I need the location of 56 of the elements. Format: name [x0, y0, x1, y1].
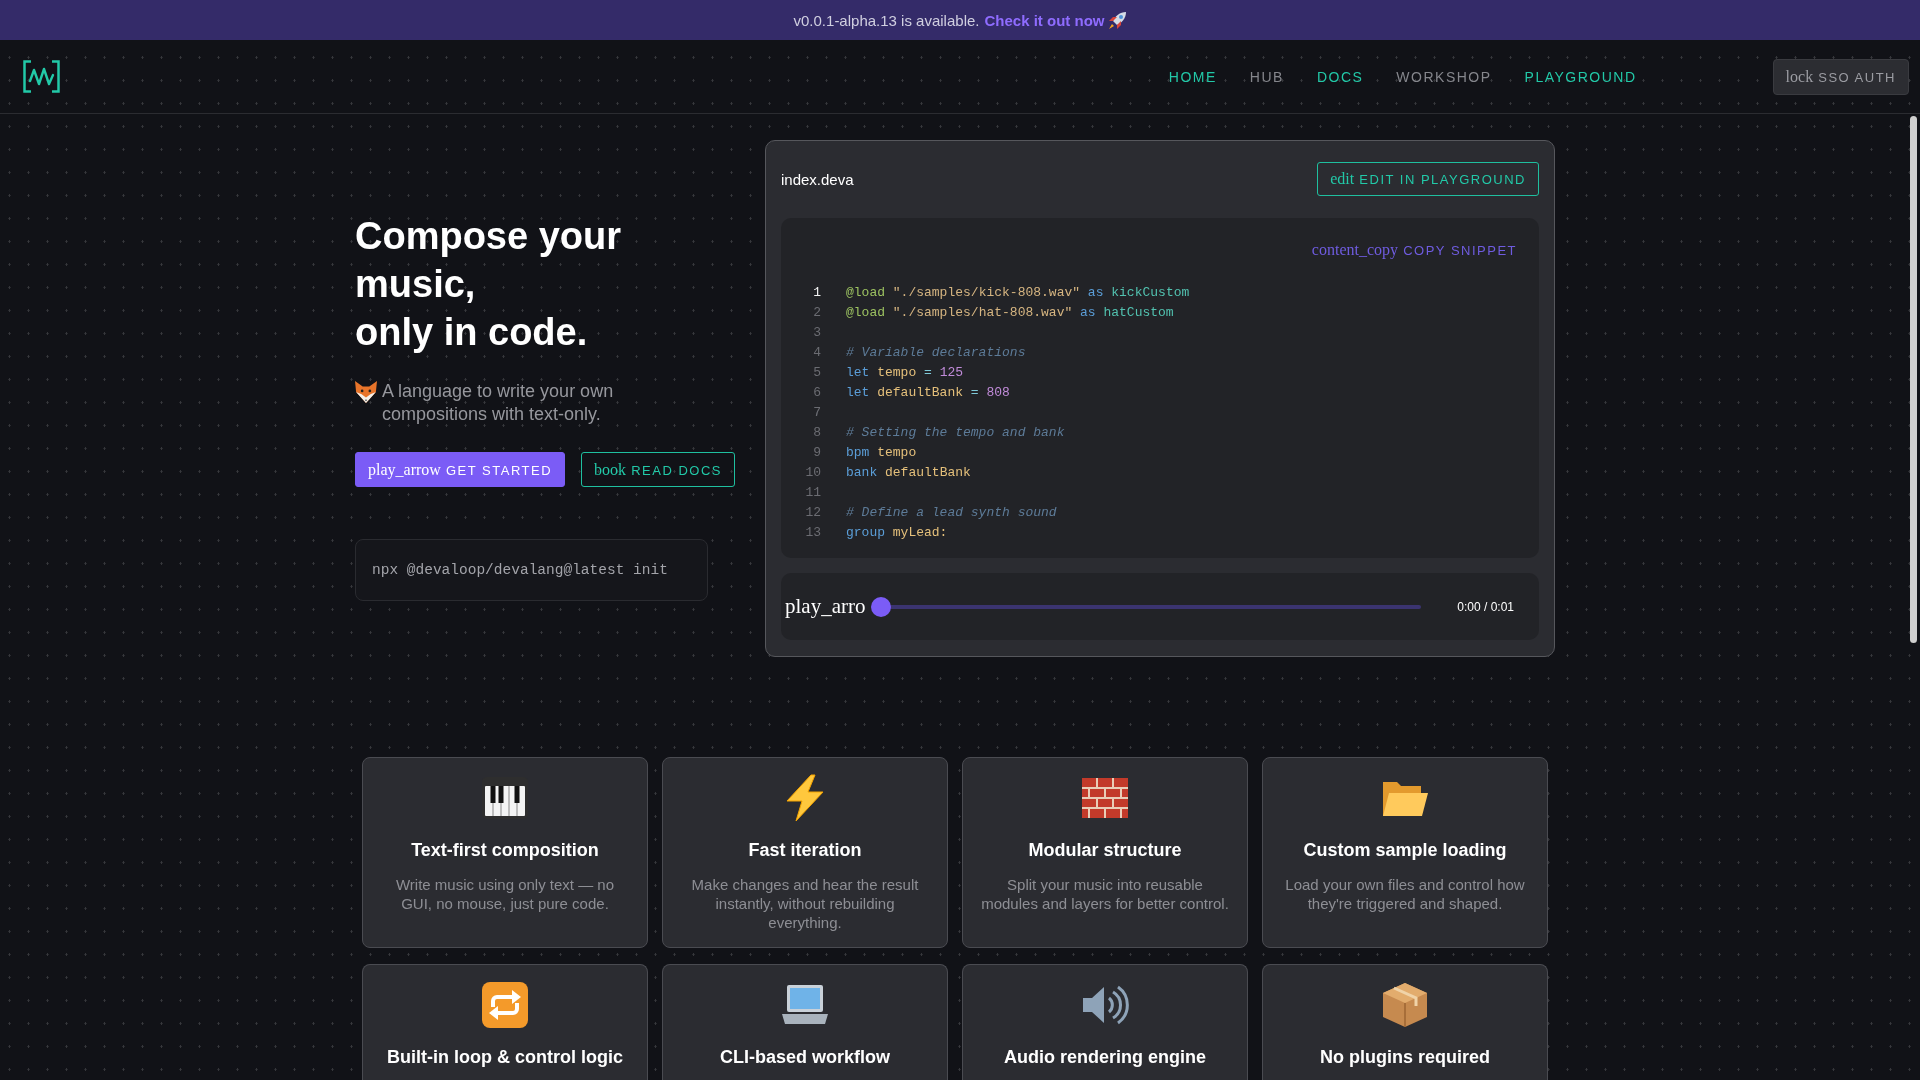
feature-title: Built-in loop & control logic — [387, 1046, 623, 1069]
line-number: 11 — [804, 484, 821, 500]
line-number: 6 — [812, 384, 821, 400]
code-line: # Variable declarations — [846, 344, 1026, 360]
fox-icon — [355, 381, 377, 403]
read-docs-button[interactable]: book READ DOCS — [581, 452, 735, 487]
repeat-icon — [481, 981, 529, 1029]
nav-link[interactable]: HOME — [1168, 68, 1217, 85]
edit-in-playground-button[interactable]: edit EDIT IN PLAYGROUND — [1317, 162, 1539, 196]
announcement-text: v0.0.1-alpha.13 is available. — [793, 11, 980, 29]
line-number: 13 — [804, 524, 821, 540]
line-number: 3 — [812, 324, 821, 340]
feature-description: Split your music into reusable modules and layers for better control. — [980, 875, 1230, 913]
rocket-icon — [1109, 11, 1127, 29]
feature-title: Modular structure — [1028, 839, 1182, 862]
code-line: bpm tempo — [846, 444, 917, 460]
code-line: @load "./samples/kick-808.wav" as kickCustom — [846, 284, 1190, 300]
scrollbar-thumb[interactable] — [1910, 116, 1917, 643]
get-started-button[interactable]: play_arrow GET STARTED — [355, 452, 566, 487]
line-number: 10 — [804, 464, 821, 480]
feature-title: Custom sample loading — [1303, 839, 1507, 862]
line-number: 4 — [812, 344, 821, 360]
feature-title: No plugins required — [1320, 1046, 1490, 1069]
line-number: 12 — [804, 504, 821, 520]
feature-title: Text-first composition — [411, 839, 599, 862]
logo-icon[interactable] — [23, 60, 60, 93]
line-number: 7 — [812, 404, 821, 420]
command-snippet: npx @devaloop/devalang@latest init — [355, 539, 708, 601]
hero-subtitle: A language to write your own compositions with text-only. — [382, 380, 615, 426]
code-line: group myLead: — [846, 524, 948, 540]
slider-thumb[interactable] — [871, 596, 892, 617]
code-line: # Setting the tempo and bank — [846, 424, 1065, 440]
nav-link[interactable]: DOCS — [1316, 68, 1364, 85]
line-number: 8 — [812, 424, 821, 440]
package-icon — [1381, 981, 1429, 1029]
feature-title: CLI-based workflow — [720, 1046, 890, 1069]
hero-heading: Compose your music, only in code. — [355, 214, 623, 355]
file-name: index.deva — [781, 170, 854, 188]
play-button[interactable]: play_arro — [785, 594, 866, 619]
code-line: bank defaultBank — [846, 464, 971, 480]
nav-link[interactable]: PLAYGROUND — [1524, 68, 1637, 85]
playback-time: 0:00 / 0:01 — [1457, 599, 1514, 614]
code-line: let tempo = 125 — [846, 364, 964, 380]
feature-title: Fast iteration — [748, 839, 862, 862]
line-number: 9 — [812, 444, 821, 460]
feature-description: Make changes and hear the result instantly, without rebuilding everything. — [690, 875, 920, 932]
sso-auth-button[interactable]: lock SSO AUTH — [1772, 58, 1909, 95]
code-line: let defaultBank = 808 — [846, 384, 1010, 400]
feature-description: Load your own files and control how they're triggered and shaped. — [1284, 875, 1526, 913]
feature-title: Audio rendering engine — [1004, 1046, 1206, 1069]
line-number: 1 — [812, 284, 821, 300]
code-line: # Define a lead synth sound — [846, 504, 1057, 520]
feature-description: Write music using only text — no GUI, no mouse, just pure code. — [394, 875, 616, 913]
line-number: 5 — [812, 364, 821, 380]
code-line: @load "./samples/hat-808.wav" as hatCustom — [846, 304, 1174, 320]
line-number: 2 — [812, 304, 821, 320]
